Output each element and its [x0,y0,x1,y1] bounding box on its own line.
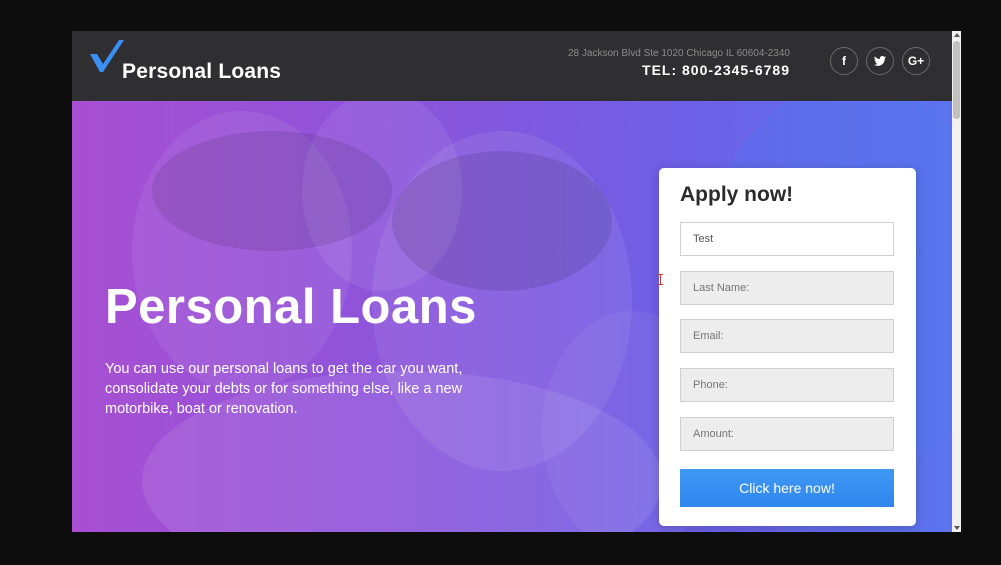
scrollbar-thumb[interactable] [953,41,960,119]
first-name-input[interactable] [680,222,894,256]
site-header: Personal Loans 28 Jackson Blvd Ste 1020 … [72,31,952,101]
logo-text: Personal Loans [122,60,282,83]
hero-section: Personal Loans You can use our personal … [72,101,952,532]
hero-title: Personal Loans [105,280,477,334]
hero-description: You can use our personal loans to get th… [105,361,463,417]
google-plus-button[interactable]: G+ [902,47,930,75]
address-text: 28 Jackson Blvd Ste 1020 Chicago IL 6060… [567,48,790,59]
amount-input[interactable] [680,417,894,451]
email-input[interactable] [680,319,894,353]
google-plus-icon: G+ [907,54,925,68]
scroll-down-arrow-icon[interactable] [954,526,960,530]
submit-button[interactable]: Click here now! [680,469,894,507]
form-title: Apply now! [680,183,794,206]
apply-form: Apply now! Click here now! [659,168,916,526]
last-name-input[interactable] [680,271,894,305]
twitter-button[interactable] [866,47,894,75]
phone-input[interactable] [680,368,894,402]
facebook-button[interactable]: f [830,47,858,75]
scroll-up-arrow-icon[interactable] [954,33,960,37]
checkmark-icon [90,40,124,72]
text-cursor-icon [658,274,663,285]
browser-viewport: Personal Loans 28 Jackson Blvd Ste 1020 … [72,31,952,532]
twitter-icon [874,56,886,66]
page-scrollbar[interactable] [952,31,961,532]
facebook-icon: f [842,54,846,68]
telephone-text[interactable]: TEL: 800-2345-6789 [642,62,790,78]
